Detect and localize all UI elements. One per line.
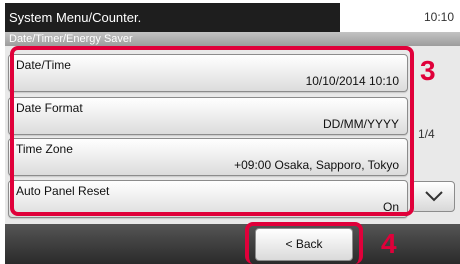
page-indicator: 1/4 [418,127,435,141]
callout-number-3: 3 [420,55,436,86]
callout-number-4: 4 [381,228,397,259]
breadcrumb: Date/Timer/Energy Saver [5,32,460,46]
status-bar: System Menu/Counter. 10:10 [0,0,460,33]
callout-highlight-list [10,46,414,216]
scroll-down-button[interactable] [411,181,455,212]
callout-highlight-back [245,222,363,264]
clock: 10:10 [340,3,460,32]
screen-title: System Menu/Counter. [5,3,340,32]
chevron-down-icon [425,191,443,202]
